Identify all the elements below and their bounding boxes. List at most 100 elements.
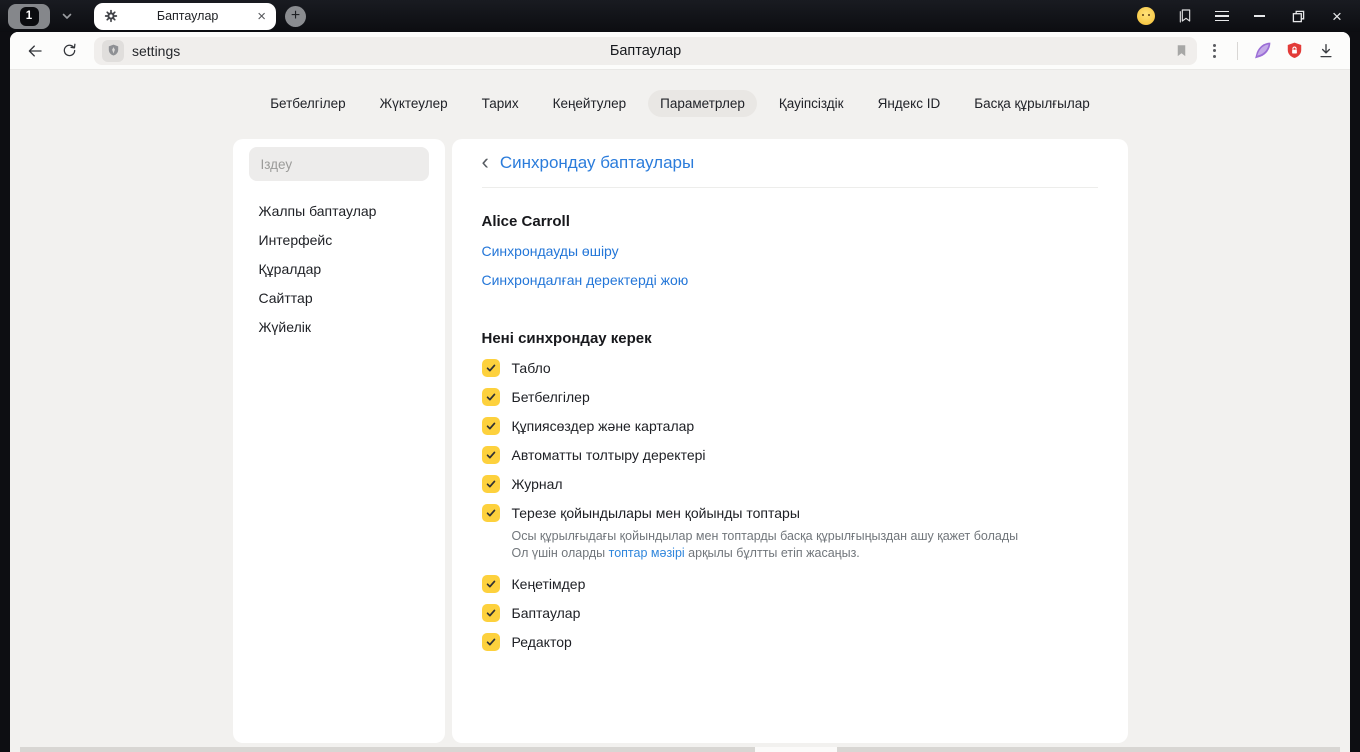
sync-item-label: Құпиясөздер және карталар <box>511 417 695 434</box>
sync-item-row[interactable]: Кеңетімдер <box>481 569 1098 598</box>
url-text: settings <box>132 42 181 59</box>
settings-main-panel: ‹ Синхрондау баптаулары Alice Carroll Си… <box>451 139 1128 743</box>
menu-button[interactable] <box>1215 10 1229 22</box>
window-content: settings Баптаулар Бетбелгілер Жүктеулер… <box>10 32 1350 752</box>
checkbox-checked-icon[interactable] <box>481 474 500 493</box>
sync-item-row[interactable]: Редактор <box>481 627 1098 656</box>
nav-tab[interactable]: Қауіпсіздік <box>767 90 856 117</box>
nav-tab[interactable]: Бетбелгілер <box>258 90 357 117</box>
sync-item-row[interactable]: Терезе қойындылары мен қойынды топтары <box>481 498 1098 527</box>
description-line-1: Осы құрылғыдағы қойындылар мен топтарды … <box>511 529 1019 543</box>
tabs-dropdown-button[interactable] <box>54 4 80 29</box>
tab-close-icon[interactable]: × <box>257 9 266 24</box>
maximize-button[interactable] <box>1289 7 1307 25</box>
address-bar-page-title: Баптаулар <box>609 42 682 59</box>
checkbox-checked-icon[interactable] <box>481 574 500 593</box>
search-input[interactable] <box>248 147 429 181</box>
checkbox-checked-icon[interactable] <box>481 387 500 406</box>
sync-item-label: Бетбелгілер <box>511 388 590 405</box>
new-tab-button[interactable]: + <box>285 5 306 27</box>
horizontal-scrollbar[interactable] <box>20 747 1340 752</box>
nav-tab[interactable]: Тарих <box>470 90 531 117</box>
sidebar-item[interactable]: Жүйелік <box>259 312 429 341</box>
download-icon <box>1320 43 1332 57</box>
nav-tab[interactable]: Жүктеулер <box>368 90 460 117</box>
description-line-2: Ол үшін оларды топтар мәзірі арқылы бұлт… <box>511 546 860 560</box>
back-chevron-icon[interactable]: ‹ <box>482 150 489 173</box>
profile-avatar[interactable] <box>1137 7 1155 25</box>
extension-feather-button[interactable] <box>1248 37 1276 65</box>
feather-icon <box>1254 42 1270 59</box>
sync-item-label: Редактор <box>511 633 572 650</box>
sync-item-row[interactable]: Автоматты толтыру деректері <box>481 440 1098 469</box>
settings-sidebar: Жалпы баптауларИнтерфейсҚұралдарСайттарЖ… <box>232 139 445 743</box>
sync-item-row[interactable]: Баптаулар <box>481 598 1098 627</box>
groups-menu-link[interactable]: топтар мәзірі <box>609 546 685 560</box>
sidebar-item[interactable]: Сайттар <box>259 283 429 312</box>
checkbox-checked-icon[interactable] <box>481 358 500 377</box>
sidebar-item[interactable]: Интерфейс <box>259 225 429 254</box>
address-bar-menu-button[interactable] <box>1201 38 1227 64</box>
bookmarks-panel-button[interactable] <box>1176 7 1194 25</box>
checkbox-checked-icon[interactable] <box>481 445 500 464</box>
sync-item-label: Автоматты толтыру деректері <box>511 446 706 463</box>
tab-count: 1 <box>19 6 39 26</box>
protect-shield-icon <box>108 44 118 56</box>
checkbox-checked-icon[interactable] <box>481 603 500 622</box>
sync-item-row[interactable]: Құпиясөздер және карталар <box>481 411 1098 440</box>
bookmarks-icon <box>1179 9 1191 23</box>
back-arrow-icon <box>28 44 42 57</box>
gear-icon <box>104 9 118 23</box>
nav-tab[interactable]: Параметрлер <box>648 90 757 117</box>
sync-item-label: Журнал <box>511 475 563 492</box>
titlebar: 1 Баптаулар × + × <box>0 0 1360 32</box>
titlebar-controls: × <box>1137 7 1350 25</box>
bookmark-page-button[interactable] <box>1174 43 1189 58</box>
tab-counter-button[interactable]: 1 <box>8 3 50 29</box>
nav-tab[interactable]: Кеңейтулер <box>541 90 639 117</box>
sidebar-items: Жалпы баптаулар Интерфейс Құралдар Сайттар Ж… <box>249 196 429 341</box>
sync-item-row[interactable]: Бетбелгілер <box>481 382 1098 411</box>
reload-button[interactable] <box>54 36 84 66</box>
nav-tab[interactable]: Яндекс ID <box>866 90 953 117</box>
sync-items-list: Табло Бетбелгілер Құпиясөздер және карта… <box>481 353 1098 656</box>
sync-item-label: Кеңетімдер <box>511 575 586 592</box>
checkbox-checked-icon[interactable] <box>481 416 500 435</box>
action-link[interactable]: Синхрондауды өшіру <box>482 236 619 265</box>
reload-icon <box>63 43 76 57</box>
checkbox-checked-icon[interactable] <box>481 632 500 651</box>
account-links: Синхрондауды өшіру Синхрондалған деректер… <box>482 236 1098 294</box>
sidebar-item[interactable]: Жалпы баптаулар <box>259 196 429 225</box>
horizontal-scrollbar-thumb[interactable] <box>755 747 837 752</box>
minimize-button[interactable] <box>1250 7 1268 25</box>
sync-item-description: Осы құрылғыдағы қойындылар мен топтарды … <box>512 528 1098 562</box>
sync-section-title: Нені синхрондау керек <box>481 330 652 347</box>
toolbar-divider <box>1237 41 1238 60</box>
sync-settings-header[interactable]: ‹ Синхрондау баптаулары <box>481 139 1098 188</box>
minimize-icon <box>1253 15 1265 17</box>
browser-toolbar: settings Баптаулар <box>10 32 1350 70</box>
page-heading: Синхрондау баптаулары <box>499 153 695 172</box>
tab-title: Баптаулар <box>156 9 219 23</box>
sync-item-label: Терезе қойындылары мен қойынды топтары <box>511 504 800 521</box>
red-shield-lock-icon <box>1287 42 1301 59</box>
settings-layout: Жалпы баптауларИнтерфейсҚұралдарСайттарЖ… <box>10 139 1350 743</box>
sync-item-row[interactable]: Журнал <box>481 469 1098 498</box>
account-name: Alice Carroll <box>481 213 570 230</box>
settings-nav: Бетбелгілер Жүктеулер Тарих Кеңейтулер Парам… <box>10 90 1350 117</box>
checkbox-checked-icon[interactable] <box>481 503 500 522</box>
sync-item-row[interactable]: Табло <box>481 353 1098 382</box>
downloads-button[interactable] <box>1312 37 1340 65</box>
nav-tab[interactable]: Басқа құрылғылар <box>962 90 1102 117</box>
extension-shield-button[interactable] <box>1280 37 1308 65</box>
close-window-button[interactable]: × <box>1328 7 1346 25</box>
sync-item-label: Баптаулар <box>511 604 581 621</box>
browser-window: { "window": { "tab_count": "1", "tab_tit… <box>0 0 1360 752</box>
back-button[interactable] <box>20 36 50 66</box>
action-link[interactable]: Синхрондалған деректерді жою <box>482 265 689 294</box>
address-bar[interactable]: settings Баптаулар <box>94 36 1197 65</box>
sync-item-label: Табло <box>511 359 551 376</box>
sidebar-item[interactable]: Құралдар <box>259 254 429 283</box>
site-protect-badge[interactable] <box>102 39 124 62</box>
browser-tab[interactable]: Баптаулар × <box>94 2 276 30</box>
